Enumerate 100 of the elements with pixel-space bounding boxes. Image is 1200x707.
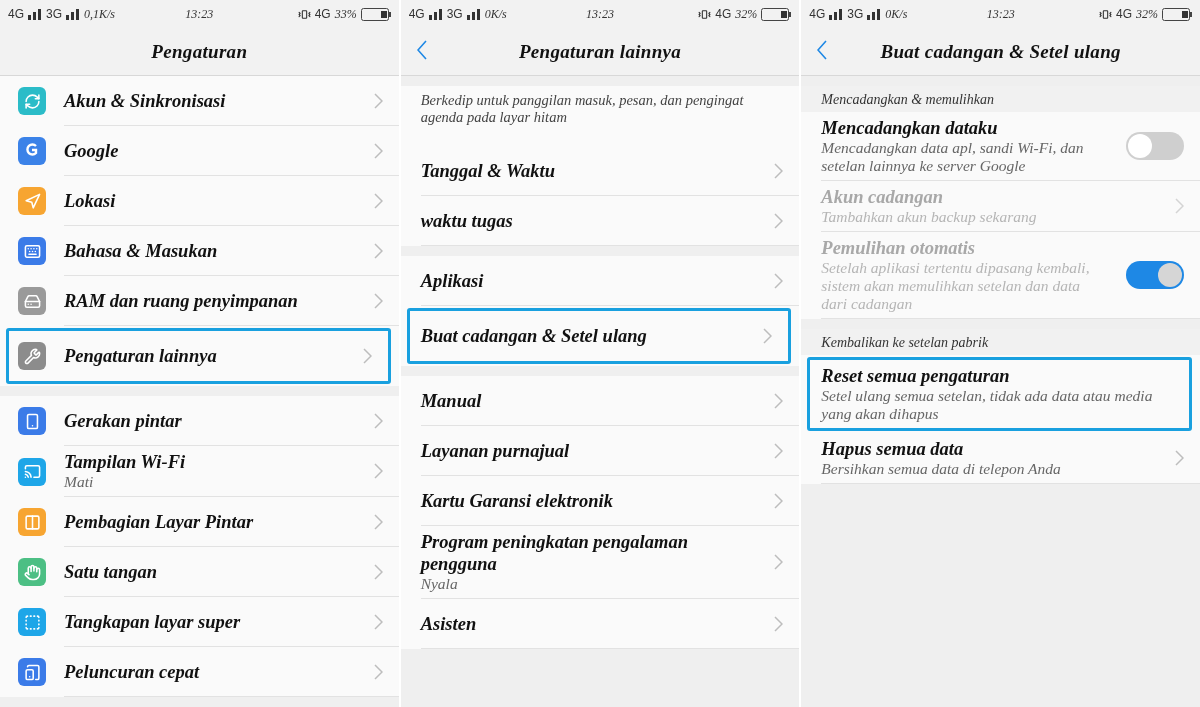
network-label: 3G [46, 7, 63, 21]
back-button[interactable] [817, 40, 828, 60]
clock: 13:23 [986, 6, 1015, 22]
item-label: Pembagian Layar Pintar [64, 510, 255, 533]
settings-item[interactable]: Google [0, 126, 399, 176]
item-sublabel: Setelah aplikasi tertentu dipasang kembali, sistem akan memulihkan setelan dan data dari cadangan [821, 259, 1091, 313]
item-label: Program peningkatan pengalaman pengguna [420, 531, 689, 575]
item-label: RAM dan ruang penyimpanan [64, 289, 299, 312]
settings-item[interactable]: Peluncuran cepat [0, 647, 399, 697]
signal-icon [28, 8, 42, 20]
chevron-right-icon [373, 663, 383, 680]
chevron-right-icon [774, 492, 784, 509]
settings-item[interactable]: Tanggal & Waktu [400, 146, 800, 196]
item-label: Akun cadangan [821, 186, 945, 208]
chevron-right-icon [373, 463, 383, 479]
item-label: Pengaturan lainnya [64, 345, 218, 367]
item-label: Hapus semua data [821, 438, 965, 460]
battery-icon [761, 7, 792, 21]
highlighted-settings-item[interactable]: Buat cadangan & Setel ulang [406, 308, 792, 364]
description-text: Berkedip untuk panggilan masuk, pesan, dan pengingat agenda pada layar hitam [419, 91, 745, 127]
item-label: Tampilan Wi-Fi [64, 451, 187, 473]
data-speed: 0,1K/s [84, 6, 116, 22]
item-label: Pemulihan otomatis [821, 237, 976, 259]
item-label: Kartu Garansi elektronik [420, 489, 614, 512]
chevron-left-icon [817, 40, 828, 60]
item-label: Reset semua pengaturan [821, 365, 1011, 387]
settings-item[interactable]: Akun & Sinkronisasi [0, 76, 399, 126]
back-button[interactable] [416, 40, 427, 60]
signal-icon [466, 8, 481, 20]
settings-item[interactable]: Program peningkatan pengalaman pengguna Nyala [400, 526, 800, 599]
battery-percent: 32% [735, 6, 758, 22]
highlighted-settings-item[interactable]: Pengaturan lainnya [6, 328, 391, 384]
settings-item[interactable]: Tampilan Wi-Fi Mati [0, 446, 399, 497]
settings-item[interactable]: Hapus semua data Bersihkan semua data di telepon Anda [801, 433, 1200, 484]
item-sublabel: Mati [64, 473, 95, 491]
network-label: 4G [1115, 7, 1132, 21]
settings-item[interactable]: Mencadangkan dataku Mencadangkan data apl, sandi Wi-Fi, dan setelan lainnya ke server Google [801, 112, 1200, 181]
settings-item[interactable]: Gerakan pintar [0, 396, 399, 446]
clock: 13:23 [586, 6, 614, 22]
chevron-right-icon [362, 348, 372, 364]
settings-item[interactable]: Aplikasi [400, 256, 800, 306]
battery-percent: 33% [334, 6, 357, 22]
highlighted-settings-item[interactable]: Reset semua pengaturan Setel ulang semua setelan, tidak ada data atau media yang akan dihapus [807, 357, 1192, 431]
chevron-right-icon [1175, 450, 1184, 466]
network-label: 3G [847, 7, 864, 21]
settings-item[interactable]: Satu tangan [0, 547, 399, 597]
chevron-right-icon [1175, 198, 1184, 214]
chevron-right-icon [774, 554, 784, 570]
item-label: Layanan purnajual [420, 439, 571, 462]
item-label: waktu tugas [420, 209, 514, 232]
chevron-right-icon [373, 563, 383, 580]
toggle-switch[interactable] [1126, 132, 1184, 160]
data-speed: 0K/s [484, 6, 507, 22]
item-label: Lokasi [64, 189, 117, 212]
item-label: Satu tangan [64, 560, 159, 583]
chevron-left-icon [416, 40, 427, 60]
settings-item[interactable]: Manual [400, 376, 800, 426]
item-label: Aplikasi [420, 269, 485, 292]
network-label: 4G [715, 7, 732, 21]
vibrate-icon [297, 7, 311, 21]
item-label: Akun & Sinkronisasi [64, 89, 227, 112]
settings-item[interactable]: Kartu Garansi elektronik [400, 476, 800, 526]
chevron-right-icon [373, 92, 383, 109]
item-label: Tangkapan layar super [64, 610, 242, 633]
item-sublabel: Nyala [420, 575, 459, 593]
signal-icon [428, 8, 443, 20]
clock: 13:23 [185, 6, 214, 22]
item-sublabel: Bersihkan semua data di telepon Anda [821, 460, 1062, 478]
settings-item[interactable]: Bahasa & Masukan [0, 226, 399, 276]
chevron-right-icon [774, 212, 784, 229]
item-sublabel: Setel ulang semua setelan, tidak ada data atau media yang akan dihapus [821, 387, 1154, 423]
settings-item[interactable]: Layanan purnajual [400, 426, 800, 476]
item-sublabel: Mencadangkan data apl, sandi Wi-Fi, dan setelan lainnya ke server Google [821, 139, 1085, 175]
settings-item[interactable]: RAM dan ruang penyimpanan [0, 276, 399, 326]
settings-item[interactable]: waktu tugas [400, 196, 800, 246]
chevron-right-icon [373, 292, 383, 309]
item-label: Buat cadangan & Setel ulang [420, 325, 648, 347]
item-label: Manual [420, 389, 483, 412]
chevron-right-icon [774, 272, 784, 289]
item-sublabel: Tambahkan akun backup sekarang [821, 208, 1038, 226]
item-label: Gerakan pintar [64, 409, 183, 432]
chevron-right-icon [373, 613, 383, 630]
settings-item[interactable]: Pembagian Layar Pintar [0, 497, 399, 547]
settings-item[interactable]: Tangkapan layar super [0, 597, 399, 647]
item-label: Tanggal & Waktu [420, 159, 556, 182]
chevron-right-icon [774, 162, 784, 179]
signal-icon [867, 8, 882, 20]
signal-icon [829, 8, 844, 20]
item-label: Bahasa & Masukan [64, 239, 219, 262]
chevron-right-icon [774, 442, 784, 459]
settings-item[interactable]: Lokasi [0, 176, 399, 226]
item-label: Asisten [420, 612, 478, 635]
network-label: 4G [314, 7, 331, 21]
screen-title: Pengaturan lainnya [518, 40, 682, 63]
settings-item[interactable]: Asisten [400, 599, 800, 649]
item-label: Peluncuran cepat [64, 660, 201, 683]
network-label: 4G [408, 7, 425, 21]
section-heading: Mencadangkan & memulihkan [801, 86, 1200, 112]
battery-percent: 32% [1136, 6, 1158, 22]
chevron-right-icon [373, 142, 383, 159]
